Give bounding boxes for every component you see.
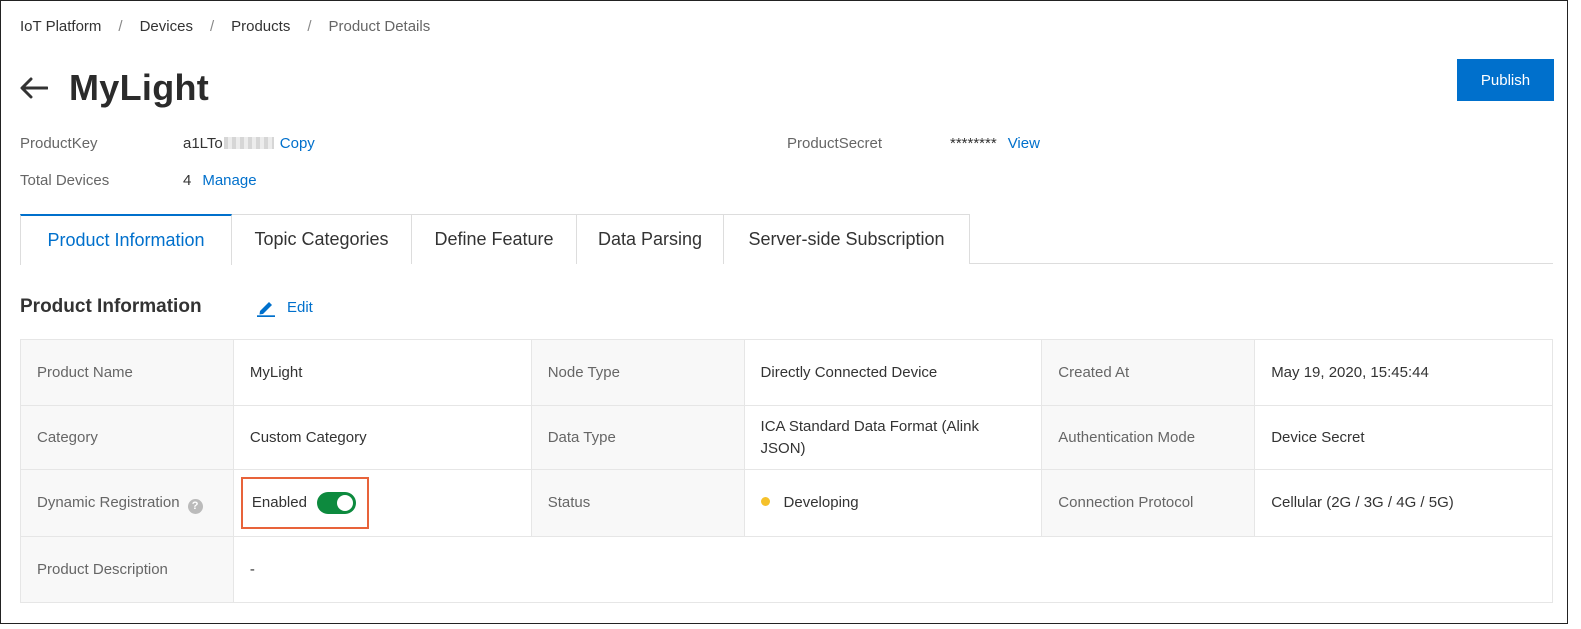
tab-data-parsing[interactable]: Data Parsing — [577, 214, 724, 264]
dynamic-registration-cell: Dynamic Registration? — [20, 469, 234, 537]
product-key-value: a1LTo Copy — [183, 135, 315, 152]
product-description-label: Product Description — [20, 536, 234, 603]
title-row: MyLight — [20, 67, 209, 109]
total-devices-value: 4 Manage — [183, 172, 257, 189]
product-name-value: MyLight — [232, 339, 532, 406]
auth-mode-label: Authentication Mode — [1041, 405, 1256, 470]
dynamic-registration-toggle[interactable] — [316, 492, 356, 514]
product-secret-text: ******** — [950, 135, 997, 152]
dynamic-registration-value-cell: Enabled — [232, 469, 532, 537]
category-value: Custom Category — [232, 405, 532, 470]
breadcrumb-separator: / — [209, 18, 215, 35]
manage-link[interactable]: Manage — [202, 172, 256, 189]
dynamic-registration-highlight: Enabled — [240, 477, 369, 529]
connection-protocol-label: Connection Protocol — [1041, 469, 1256, 537]
table-row: Category Custom Category Data Type ICA S… — [20, 405, 1553, 470]
breadcrumb: IoT Platform / Devices / Products / Prod… — [20, 18, 430, 35]
connection-protocol-value: Cellular (2G / 3G / 4G / 5G) — [1254, 469, 1553, 537]
pencil-icon — [257, 302, 275, 317]
edit-label: Edit — [287, 298, 313, 316]
breadcrumb-devices[interactable]: Devices — [140, 18, 193, 35]
node-type-value: Directly Connected Device — [743, 339, 1043, 406]
help-icon[interactable]: ? — [187, 498, 203, 514]
product-key-label: ProductKey — [20, 135, 98, 152]
product-key-text: a1LTo — [183, 135, 223, 152]
product-description-value: - — [232, 536, 1554, 603]
page-title: MyLight — [69, 67, 210, 108]
breadcrumb-separator: / — [118, 18, 123, 35]
product-secret-label: ProductSecret — [787, 135, 883, 152]
section-title: Product Information — [20, 296, 202, 317]
status-cell: Developing — [743, 469, 1043, 537]
masked-key-segment — [223, 137, 274, 149]
copy-link[interactable]: Copy — [280, 135, 315, 152]
breadcrumb-product-details: Product Details — [328, 18, 431, 35]
table-row: Dynamic Registration? Enabled Status Dev… — [20, 469, 1553, 537]
status-label: Status — [530, 469, 745, 537]
product-info-table: Product Name MyLight Node Type Directly … — [20, 339, 1554, 603]
table-row: Product Name MyLight Node Type Directly … — [20, 339, 1553, 406]
total-devices-label: Total Devices — [20, 172, 110, 189]
category-label: Category — [20, 405, 234, 470]
tab-product-information[interactable]: Product Information — [20, 214, 232, 265]
edit-button[interactable]: Edit — [256, 297, 313, 317]
tab-define-feature[interactable]: Define Feature — [412, 214, 577, 264]
auth-mode-value: Device Secret — [1254, 405, 1553, 470]
back-arrow-icon[interactable] — [20, 73, 50, 103]
breadcrumb-separator: / — [307, 18, 312, 35]
view-link[interactable]: View — [1008, 135, 1040, 152]
dynamic-registration-label: Dynamic Registration — [37, 494, 180, 511]
toggle-knob — [336, 495, 353, 511]
status-dot-icon — [760, 497, 770, 506]
created-at-label: Created At — [1041, 339, 1256, 406]
tab-topic-categories[interactable]: Topic Categories — [232, 214, 412, 264]
product-secret-value: ******** View — [950, 135, 1040, 152]
status-value: Developing — [783, 494, 859, 511]
breadcrumb-iot-platform[interactable]: IoT Platform — [20, 18, 101, 35]
table-row: Product Description - — [20, 536, 1554, 603]
created-at-value: May 19, 2020, 15:45:44 — [1254, 339, 1553, 406]
dynamic-registration-value: Enabled — [251, 494, 307, 511]
tab-bar: Product Information Topic Categories Def… — [20, 214, 1553, 265]
data-type-label: Data Type — [530, 405, 745, 470]
data-type-value: ICA Standard Data Format (Alink JSON) — [743, 405, 1043, 470]
tab-server-side-subscription[interactable]: Server-side Subscription — [724, 214, 970, 264]
page-frame: IoT Platform / Devices / Products / Prod… — [0, 0, 1568, 624]
breadcrumb-products[interactable]: Products — [231, 18, 290, 35]
publish-button[interactable]: Publish — [1457, 59, 1554, 101]
product-name-label: Product Name — [20, 339, 234, 406]
total-devices-count: 4 — [183, 172, 192, 189]
node-type-label: Node Type — [530, 339, 745, 406]
